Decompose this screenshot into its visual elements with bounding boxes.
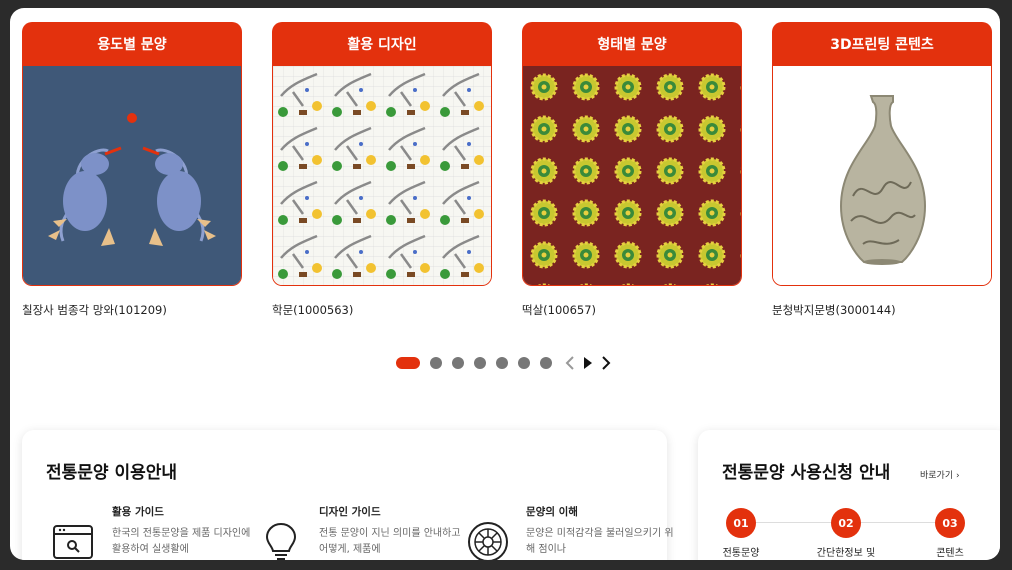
pattern-emblem-icon bbox=[468, 522, 508, 560]
apply-title: 전통문양 사용신청 안내 bbox=[722, 463, 891, 483]
step-label: 간단한정보 및 bbox=[816, 548, 876, 559]
step-label: 콘텐츠 bbox=[936, 548, 964, 559]
pager-dot[interactable] bbox=[474, 357, 486, 369]
card-title[interactable]: 3D프린팅 콘텐츠 bbox=[772, 22, 992, 66]
chevron-right-icon: › bbox=[956, 471, 960, 481]
pattern-carousel: 용도별 문양 칠장사 범종각 망와(101209) 활용 디자인 학문(1000… bbox=[22, 22, 1000, 322]
step-1: 01 전통문양 bbox=[701, 508, 781, 559]
flower-pattern-image[interactable] bbox=[522, 66, 742, 286]
go-link-label: 바로가기 bbox=[920, 471, 954, 481]
pager-dot[interactable] bbox=[518, 357, 530, 369]
pager-dot-active[interactable] bbox=[396, 357, 420, 369]
step-number: 03 bbox=[935, 508, 965, 538]
pager-dot[interactable] bbox=[430, 357, 442, 369]
guide-item-name: 활용 가이드 bbox=[112, 506, 164, 518]
card-design[interactable]: 활용 디자인 학문(1000563) bbox=[272, 22, 492, 318]
vase-image[interactable] bbox=[772, 66, 992, 286]
main-panel: 용도별 문양 칠장사 범종각 망와(101209) 활용 디자인 학문(1000… bbox=[10, 8, 1000, 560]
lightbulb-icon bbox=[265, 522, 297, 560]
card-title[interactable]: 활용 디자인 bbox=[272, 22, 492, 66]
step-number: 02 bbox=[831, 508, 861, 538]
usage-guide-panel: 전통문양 이용안내 활용 가이드 한국의 전통문양을 제품 디자인에 활용하여 … bbox=[22, 430, 674, 560]
crane-pattern-image[interactable] bbox=[272, 66, 492, 286]
application-guide-panel: 전통문양 사용신청 안내 바로가기 › 01 전통문양 02 간단한정보 및 0… bbox=[698, 430, 1000, 560]
card-shape-pattern[interactable]: 형태별 문양 떡살(100657) bbox=[522, 22, 742, 318]
dragon-pattern-image[interactable] bbox=[22, 66, 242, 286]
card-usage-pattern[interactable]: 용도별 문양 칠장사 범종각 망와(101209) bbox=[22, 22, 242, 318]
go-link[interactable]: 바로가기 › bbox=[920, 468, 960, 481]
chevron-right-icon bbox=[602, 356, 611, 370]
card-title[interactable]: 용도별 문양 bbox=[22, 22, 242, 66]
guide-title: 전통문양 이용안내 bbox=[46, 463, 178, 483]
guide-item-name: 문양의 이해 bbox=[526, 506, 578, 518]
step-3: 03 콘텐츠 bbox=[910, 508, 990, 559]
card-caption[interactable]: 학문(1000563) bbox=[272, 302, 492, 318]
card-caption[interactable]: 분청박지문병(3000144) bbox=[772, 302, 992, 318]
play-icon bbox=[584, 357, 592, 369]
pager-dot[interactable] bbox=[452, 357, 464, 369]
card-caption[interactable]: 칠장사 범종각 망와(101209) bbox=[22, 302, 242, 318]
chevron-left-icon bbox=[565, 356, 574, 370]
pager-dot[interactable] bbox=[496, 357, 508, 369]
carousel-pager bbox=[396, 355, 616, 371]
prev-button[interactable] bbox=[562, 355, 578, 371]
card-title[interactable]: 형태별 문양 bbox=[522, 22, 742, 66]
next-button[interactable] bbox=[598, 355, 614, 371]
step-number: 01 bbox=[726, 508, 756, 538]
guide-item-desc: 한국의 전통문양을 제품 디자인에 활용하여 실생활에 bbox=[112, 528, 251, 555]
step-label: 전통문양 bbox=[722, 548, 760, 559]
card-3d-printing[interactable]: 3D프린팅 콘텐츠 분청박지문병(3000144) bbox=[772, 22, 992, 318]
guide-item-name: 디자인 가이드 bbox=[319, 506, 381, 518]
step-2: 02 간단한정보 및 bbox=[806, 508, 886, 559]
guide-item-desc: 문양은 미적감각을 불러일으키기 위해 점이나 bbox=[526, 528, 674, 555]
browser-search-icon bbox=[53, 525, 93, 559]
guide-item-desc: 전통 문양이 지닌 의미를 안내하고 어떻게, 제품에 bbox=[319, 528, 461, 555]
play-button[interactable] bbox=[580, 355, 596, 371]
pager-dot[interactable] bbox=[540, 357, 552, 369]
card-caption[interactable]: 떡살(100657) bbox=[522, 302, 742, 318]
